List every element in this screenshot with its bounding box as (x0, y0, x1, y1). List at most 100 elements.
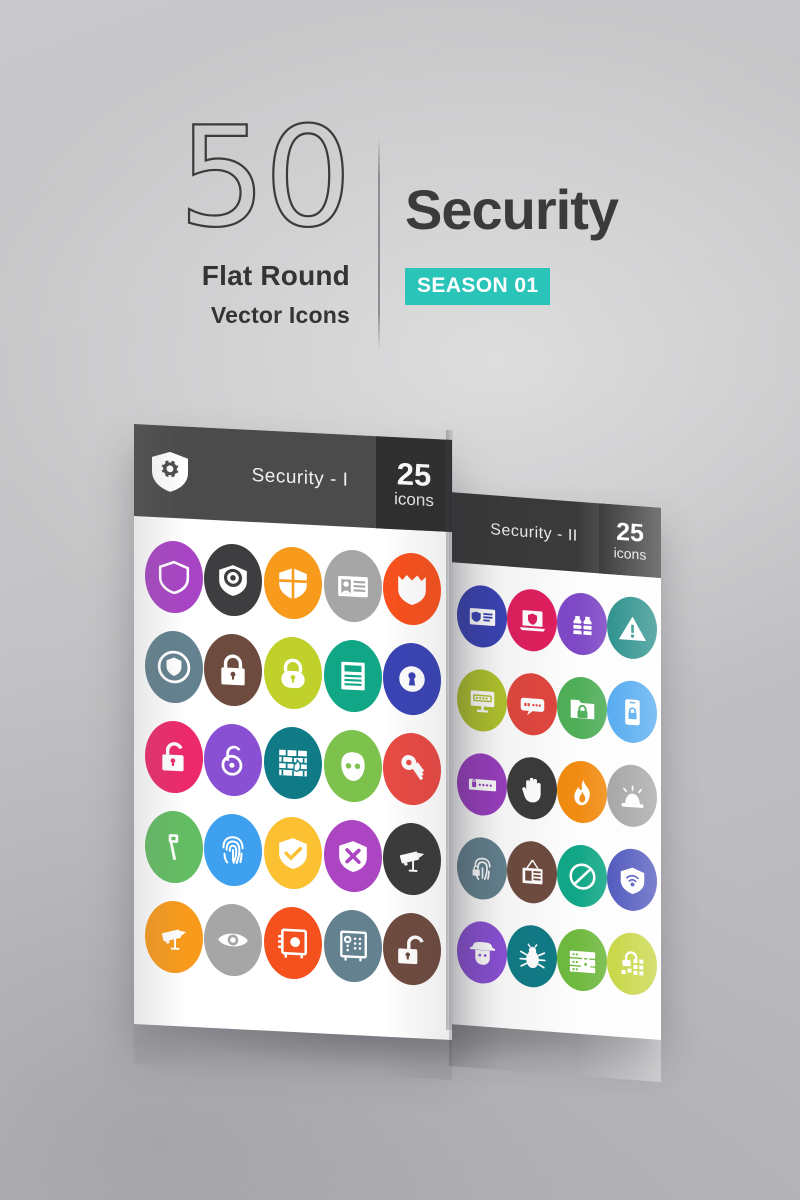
server-lock-icon[interactable] (557, 927, 607, 993)
siren-alarm-icon-glyph (621, 785, 643, 808)
mask-icon[interactable] (323, 728, 382, 804)
shield-check-icon-glyph (279, 838, 307, 869)
keyhole-icon[interactable] (383, 641, 442, 717)
shield-crown-icon-glyph (398, 574, 426, 605)
cctv-camera-orange-icon[interactable] (144, 899, 203, 975)
folder-lock-icon[interactable] (557, 675, 607, 741)
warning-triangle-icon[interactable] (607, 594, 657, 661)
padlock-unlocked-icon[interactable] (383, 911, 442, 987)
shield-cross-icon[interactable] (323, 818, 382, 894)
chained-bottles-icon[interactable] (557, 591, 607, 657)
shield-icon[interactable] (144, 539, 203, 615)
siren-alarm-icon[interactable] (607, 762, 657, 829)
padlock-rounded-icon-glyph (281, 658, 305, 689)
card-1-header-bar: Security - I 25 icons (134, 424, 452, 533)
phone-lock-icon[interactable] (607, 678, 657, 745)
id-badge-icon[interactable] (457, 583, 507, 650)
id-card-icon[interactable] (323, 548, 382, 624)
eye-icon[interactable] (204, 902, 263, 978)
stop-hand-icon[interactable] (507, 755, 557, 822)
padlock-circle-icon[interactable] (204, 722, 263, 798)
bug-icon[interactable] (507, 923, 557, 990)
cctv-camera-icon[interactable] (383, 821, 442, 897)
chained-bottles-icon-glyph (571, 615, 593, 635)
server-lock-icon-glyph (569, 950, 595, 973)
header-divider (378, 138, 380, 350)
keypad-lock-icon-glyph (621, 950, 643, 975)
key-flat-icon-glyph (168, 834, 179, 861)
header-right-block: Security SEASON 01 (405, 180, 619, 305)
card-2-icon-grid (449, 562, 661, 1018)
id-badge-icon-glyph (469, 607, 495, 626)
shield-outline-icon[interactable] (144, 629, 203, 705)
key-icon[interactable] (383, 731, 442, 807)
spy-hacker-icon-glyph (469, 941, 495, 965)
shield-crown-icon[interactable] (383, 551, 442, 627)
flame-icon-glyph (573, 779, 590, 805)
shield-quarters-icon[interactable] (263, 545, 322, 621)
monitor-password-icon-glyph (470, 689, 494, 713)
shield-gear-icon (152, 451, 188, 493)
card-1-count-badge: 25 icons (376, 436, 452, 533)
document-lines-icon-glyph (340, 661, 365, 691)
cctv-camera-orange-icon-glyph (161, 929, 187, 950)
firewall-icon-glyph (279, 749, 307, 777)
card-security-1: Security - I 25 icons (134, 424, 452, 1041)
padlock-circle-icon-glyph (221, 745, 243, 776)
folder-lock-icon-glyph (570, 698, 594, 719)
padlock-unlocked-icon-glyph (398, 935, 424, 965)
fingerprint-lock-icon-glyph (472, 857, 491, 880)
document-lines-icon[interactable] (323, 638, 382, 714)
spy-hacker-icon[interactable] (457, 919, 507, 986)
prohibition-icon-glyph (568, 862, 596, 890)
password-bar-icon[interactable] (457, 751, 507, 818)
firewall-icon[interactable] (263, 725, 322, 801)
password-bar-icon-glyph (468, 778, 496, 791)
warning-triangle-icon-glyph (618, 616, 646, 641)
padlock-closed-icon[interactable] (204, 632, 263, 708)
prohibition-icon[interactable] (557, 843, 607, 909)
icon-count-number: 50 (177, 97, 353, 258)
safe-box-icon-glyph (278, 928, 308, 959)
shield-cross-icon-glyph (338, 841, 367, 872)
bug-icon-glyph (518, 942, 546, 968)
safe-keypad-icon-glyph (339, 930, 367, 962)
safe-keypad-icon[interactable] (323, 908, 382, 984)
card-2-count-badge: 25 icons (599, 503, 661, 579)
shield-quarters-icon-glyph (279, 568, 307, 600)
keypad-lock-icon[interactable] (607, 930, 657, 997)
monitor-password-icon[interactable] (457, 667, 507, 734)
key-flat-icon[interactable] (144, 809, 203, 885)
fingerprint-icon-glyph (222, 836, 244, 864)
card-1-count-number: 25 (396, 455, 432, 493)
laptop-shield-icon[interactable] (507, 587, 557, 654)
shield-gear-icon-glyph (219, 565, 248, 596)
password-field-icon-glyph (520, 697, 544, 715)
id-lanyard-icon[interactable] (507, 839, 557, 906)
card-1-count-label: icons (394, 488, 434, 510)
key-icon-glyph (401, 755, 425, 781)
poster-canvas: 50 Flat Round Vector Icons Security SEAS… (0, 0, 800, 1200)
header-subtitle-type: Vector Icons (210, 302, 350, 328)
header-subtitle-style: Flat Round (201, 260, 350, 291)
padlock-open-icon[interactable] (144, 719, 203, 795)
safe-box-icon[interactable] (263, 905, 322, 981)
header-left-block: 50 Flat Round Vector Icons (0, 97, 372, 329)
shield-gear-icon[interactable] (204, 542, 263, 618)
card-security-2: Security - II 25 icons (449, 492, 661, 1041)
fingerprint-icon[interactable] (204, 812, 263, 888)
shield-wifi-icon-glyph (620, 867, 644, 894)
padlock-closed-icon-glyph (221, 654, 246, 686)
flame-icon[interactable] (557, 759, 607, 825)
phone-lock-icon-glyph (624, 698, 640, 725)
shield-wifi-icon[interactable] (607, 846, 657, 913)
password-field-icon[interactable] (507, 671, 557, 738)
fingerprint-lock-icon[interactable] (457, 835, 507, 902)
laptop-shield-icon-glyph (519, 609, 545, 632)
card-2-count-number: 25 (616, 517, 644, 548)
poster-header: 50 Flat Round Vector Icons Security SEAS… (0, 97, 800, 368)
stop-hand-icon-glyph (521, 777, 541, 802)
padlock-rounded-icon[interactable] (263, 635, 322, 711)
shield-check-icon[interactable] (263, 815, 322, 891)
padlock-open-icon-glyph (162, 742, 184, 772)
